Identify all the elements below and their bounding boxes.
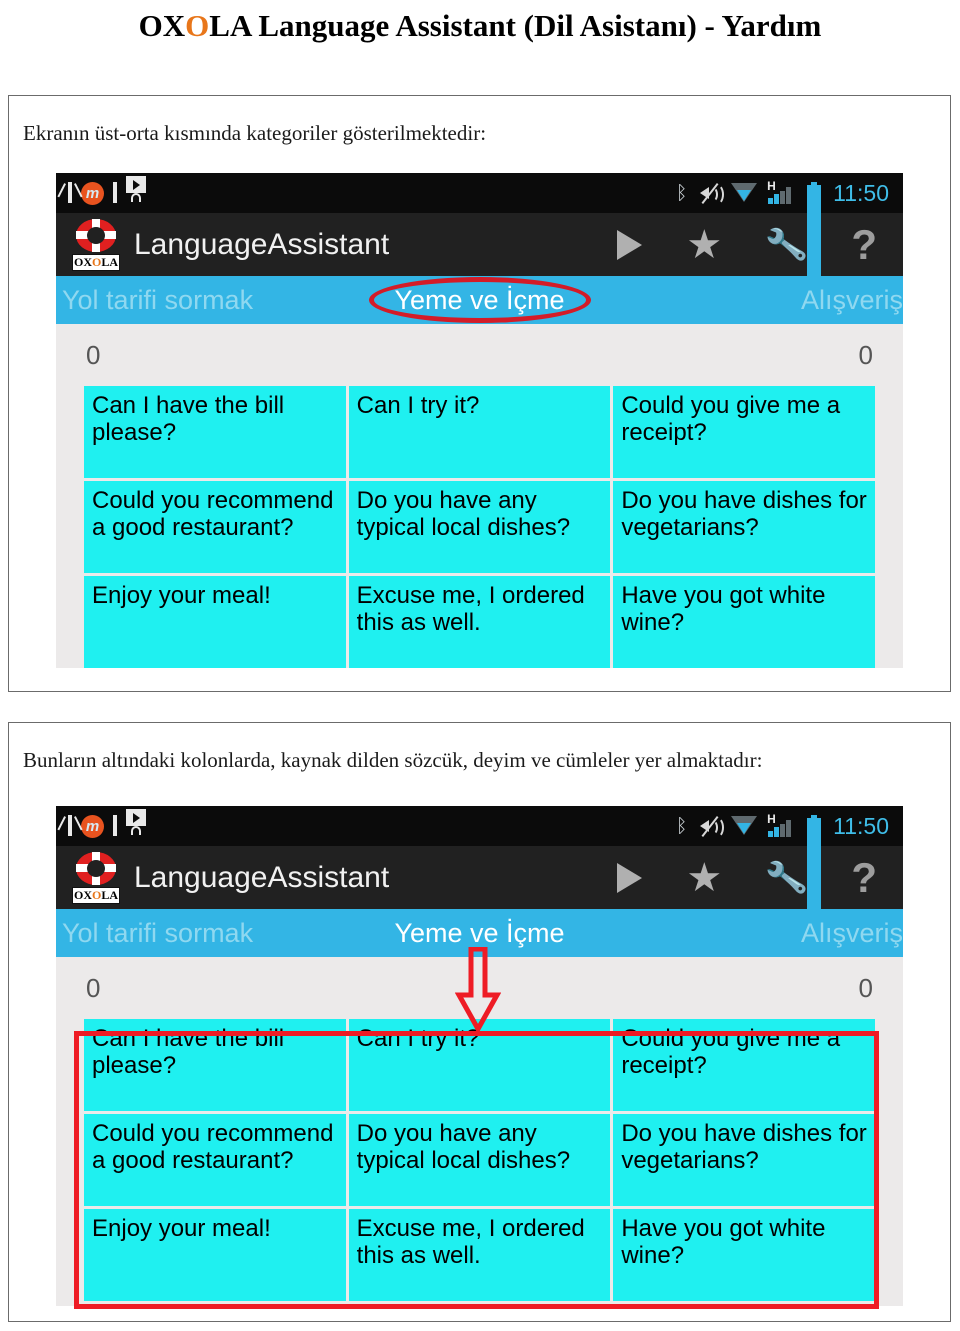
category-tab-strip: Yol tarifi sormak Yeme ve İçme Alışveriş xyxy=(56,276,903,324)
star-icon[interactable]: ★ xyxy=(686,225,722,265)
wrench-icon[interactable]: 🔧 xyxy=(764,855,810,899)
phrase-cell[interactable]: Can I have the bill please? xyxy=(84,386,346,478)
volume-muted-icon xyxy=(699,815,725,838)
wrench-icon[interactable]: 🔧 xyxy=(764,222,810,266)
status-bar-notifications: m xyxy=(68,176,146,205)
hspa-signal-icon: H xyxy=(767,813,797,838)
mm-app-icon: m xyxy=(81,814,104,838)
phrase-cell[interactable]: Do you have dishes for vegetarians? xyxy=(613,1114,875,1206)
status-bar-clock: 11:50 xyxy=(833,179,889,206)
phrase-cell[interactable]: Excuse me, I ordered this as well. xyxy=(348,1209,611,1301)
phone-screenshot-second: m ᛒ H 11:50 OX O LA LanguageAssistant ★ … xyxy=(56,806,903,1306)
phrase-cell[interactable]: Can I have the bill please? xyxy=(84,1019,346,1111)
phrase-cell[interactable]: Do you have dishes for vegetarians? xyxy=(613,481,875,573)
status-bar-clock: 11:50 xyxy=(833,812,889,839)
phrase-cell[interactable]: Could you give me a receipt? xyxy=(613,1019,875,1111)
volume-muted-icon xyxy=(699,182,725,205)
app-bar: OX O LA LanguageAssistant ★ 🔧 ? xyxy=(56,846,903,909)
play-icon[interactable] xyxy=(617,229,643,260)
status-bar-system-icons: ᛒ H 11:50 xyxy=(674,179,889,277)
page-title-after: LA Language Assistant (Dil Asistanı) - Y… xyxy=(209,8,822,43)
counter-right: 0 xyxy=(858,340,873,370)
counter-left: 0 xyxy=(86,973,101,1003)
hspa-signal-icon: H xyxy=(767,180,797,205)
status-bar-notifications: m xyxy=(68,809,146,838)
phrase-cell[interactable]: Could you recommend a good restaurant? xyxy=(84,1114,346,1206)
content-box-first: Ekranın üst-orta kısmında kategoriler gö… xyxy=(8,95,951,692)
phrase-cell[interactable]: Enjoy your meal! xyxy=(84,1209,346,1301)
phrase-grid: Can I have the bill please? Can I try it… xyxy=(84,1019,875,1301)
android-status-bar: m ᛒ H 11:50 xyxy=(56,806,903,910)
page-title-brand-letter: O xyxy=(185,8,210,43)
phrase-cell[interactable]: Could you recommend a good restaurant? xyxy=(84,481,346,573)
content-box-second: Bunların altındaki kolonlarda, kaynak di… xyxy=(8,722,951,1322)
help-icon[interactable]: ? xyxy=(851,223,877,265)
tab-current-category[interactable]: Yeme ve İçme xyxy=(394,286,564,314)
phrase-cell[interactable]: Do you have any typical local dishes? xyxy=(348,1114,611,1206)
phrase-cell[interactable]: Can I try it? xyxy=(348,1019,611,1111)
app-bar: OX O LA LanguageAssistant ★ 🔧 ? xyxy=(56,213,903,276)
page-title-before: OX xyxy=(138,8,186,43)
wifi-icon xyxy=(731,183,758,203)
tab-previous-category[interactable]: Yol tarifi sormak xyxy=(62,919,253,947)
oxola-lifebuoy-logo: OX O LA xyxy=(70,851,122,904)
counter-right: 0 xyxy=(858,973,873,1003)
mm-app-icon: m xyxy=(81,181,104,205)
category-tab-strip: Yol tarifi sormak Yeme ve İçme Alışveriş xyxy=(56,909,903,957)
tab-previous-category[interactable]: Yol tarifi sormak xyxy=(62,286,253,314)
phrase-grid-wrapper: Can I have the bill please? Can I try it… xyxy=(56,1019,903,1301)
help-icon[interactable]: ? xyxy=(851,856,877,898)
oxola-lifebuoy-logo: OX O LA xyxy=(70,218,122,271)
counter-left: 0 xyxy=(86,340,101,370)
play-icon[interactable] xyxy=(617,862,643,893)
bluetooth-icon: ᛒ xyxy=(675,182,688,204)
android-status-bar: m ᛒ H 11:50 xyxy=(56,173,903,277)
caption-first: Ekranın üst-orta kısmında kategoriler gö… xyxy=(23,121,487,145)
tab-next-category[interactable]: Alışveriş xyxy=(801,286,903,314)
app-title: LanguageAssistant xyxy=(134,227,390,261)
tab-current-category[interactable]: Yeme ve İçme xyxy=(394,919,564,947)
caption-second: Bunların altındaki kolonlarda, kaynak di… xyxy=(23,748,763,772)
phrase-cell[interactable]: Have you got white wine? xyxy=(613,576,875,668)
counter-row: 0 0 xyxy=(56,324,903,386)
phrase-cell[interactable]: Excuse me, I ordered this as well. xyxy=(348,576,611,668)
wifi-icon xyxy=(731,816,758,836)
phrase-cell[interactable]: Enjoy your meal! xyxy=(84,576,346,668)
page-title: OXOLA Language Assistant (Dil Asistanı) … xyxy=(0,0,960,44)
star-icon[interactable]: ★ xyxy=(686,858,722,898)
bluetooth-icon: ᛒ xyxy=(675,815,688,837)
phrase-cell[interactable]: Have you got white wine? xyxy=(613,1209,875,1301)
app-title: LanguageAssistant xyxy=(134,860,390,894)
phrase-grid: Can I have the bill please? Can I try it… xyxy=(84,386,875,668)
counter-row: 0 0 xyxy=(56,957,903,1019)
phrase-cell[interactable]: Do you have any typical local dishes? xyxy=(348,481,611,573)
tab-next-category[interactable]: Alışveriş xyxy=(801,919,903,947)
phrase-grid-wrapper: Can I have the bill please? Can I try it… xyxy=(56,386,903,668)
logo-wordmark: OX O LA xyxy=(72,253,120,271)
battery-icon xyxy=(807,814,822,910)
status-bar-system-icons: ᛒ H 11:50 xyxy=(674,812,889,910)
phrase-cell[interactable]: Could you give me a receipt? xyxy=(613,386,875,478)
phrase-cell[interactable]: Can I try it? xyxy=(348,386,611,478)
battery-icon xyxy=(807,181,822,277)
phone-screenshot-first: m ᛒ H 11:50 OX O LA LanguageAssistant ★ … xyxy=(56,173,903,668)
logo-wordmark: OX O LA xyxy=(72,886,120,904)
app-bar-actions: ★ 🔧 ? xyxy=(617,855,885,899)
app-bar-actions: ★ 🔧 ? xyxy=(617,222,885,266)
